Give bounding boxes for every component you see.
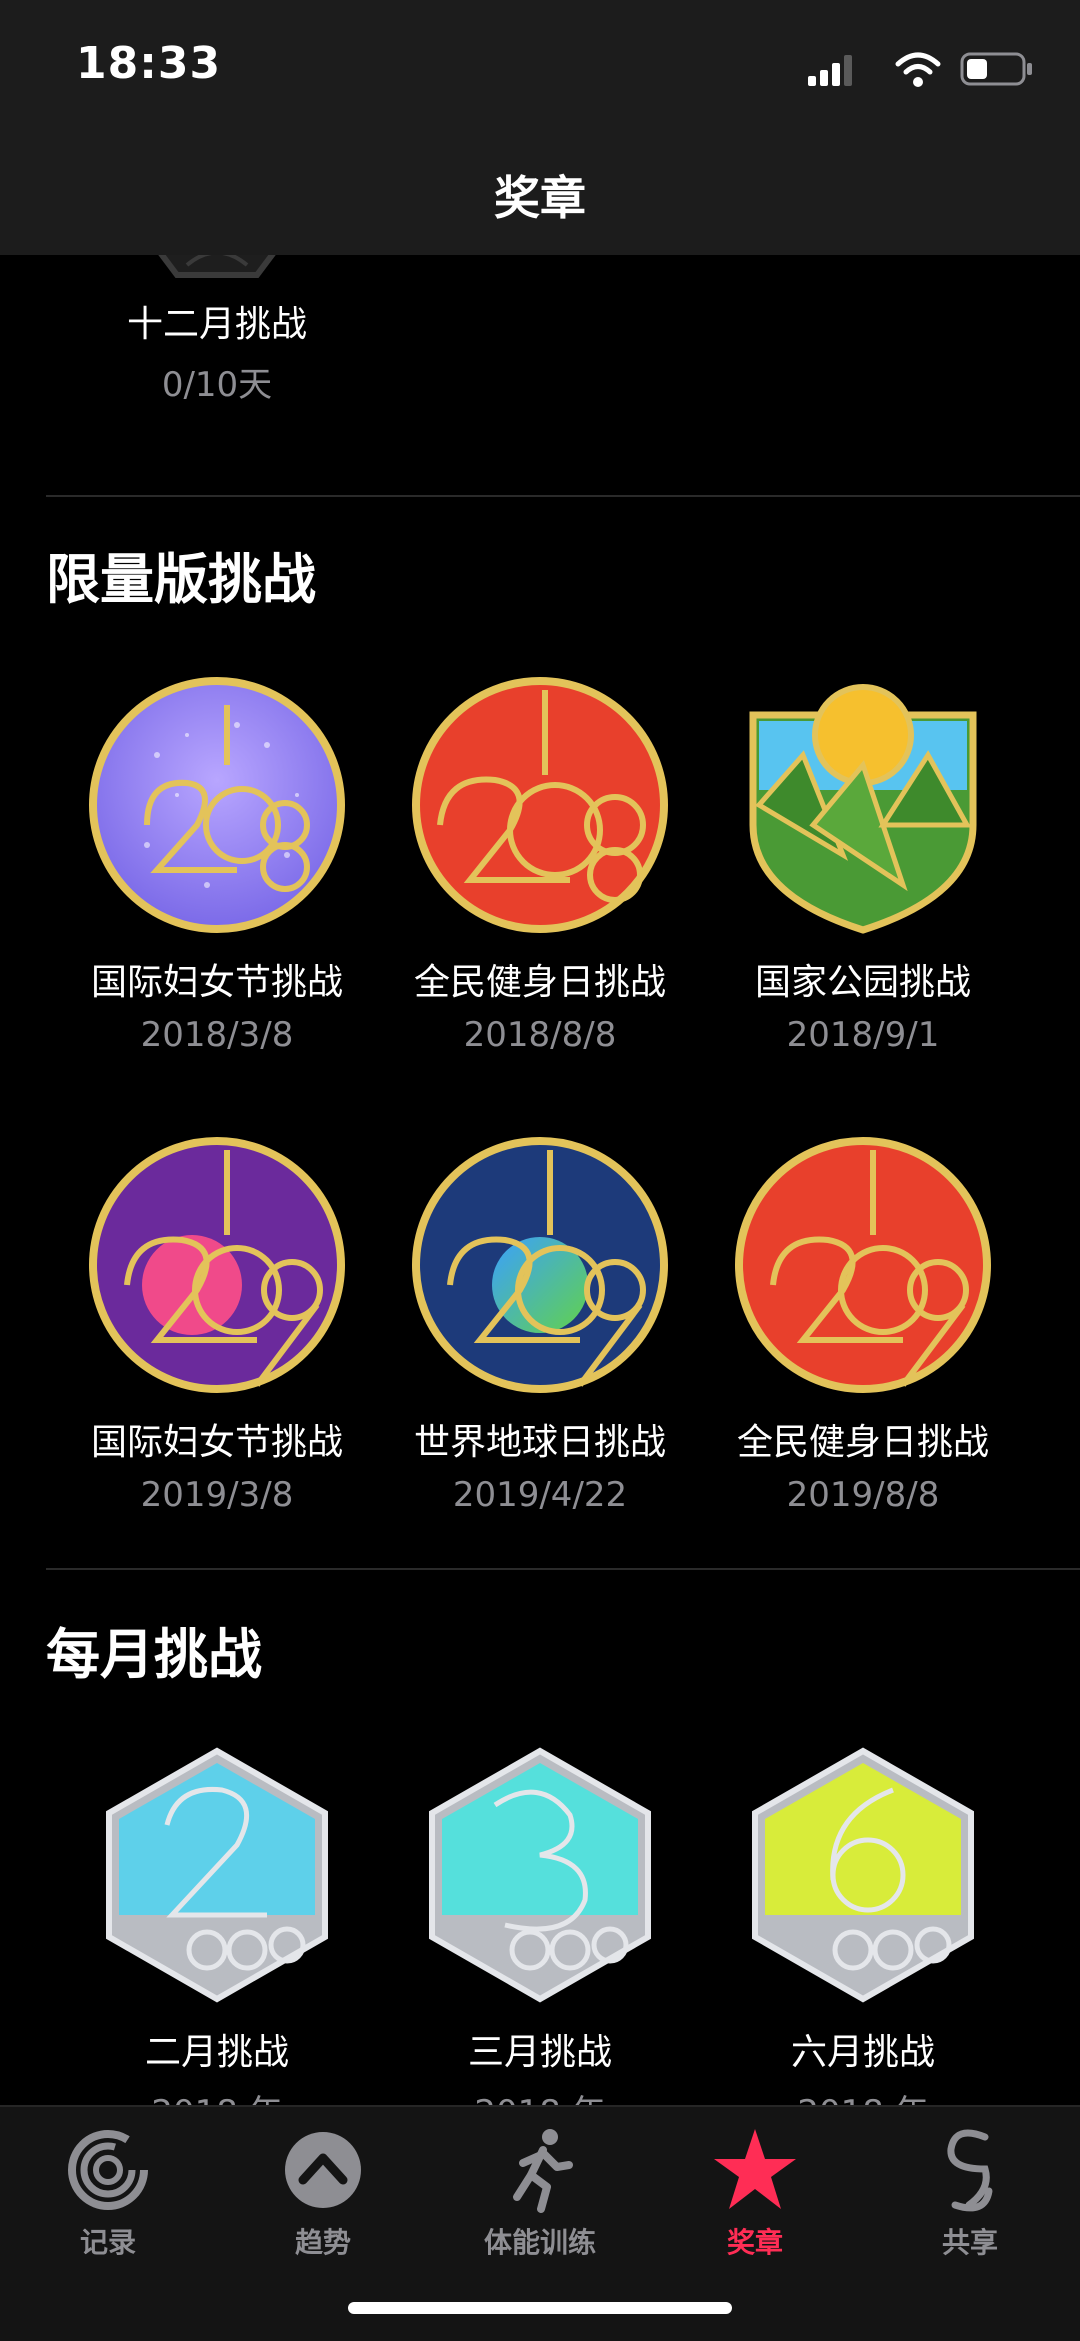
- challenge-year: 2018 年: [390, 2085, 690, 2105]
- monthly-medal-card[interactable]: 三月挑战 2018 年: [390, 1745, 690, 2105]
- challenge-date: 2018/9/1: [786, 1015, 940, 1055]
- wifi-icon: [895, 52, 941, 87]
- limited-medal-card[interactable]: 国际妇女节挑战 2018/3/8: [67, 675, 367, 1055]
- fitness-day-2019-medal-icon: [735, 1137, 991, 1393]
- tab-label: 趋势: [294, 2226, 351, 2259]
- december-challenge-card[interactable]: 十二月挑战 0/10天: [67, 255, 367, 406]
- womens-day-2019-medal-icon: [89, 1137, 345, 1393]
- limited-section-title: 限量版挑战: [46, 548, 316, 611]
- limited-medal-card[interactable]: 全民健身日挑战 2018/8/8: [390, 675, 690, 1055]
- awards-content[interactable]: 十二月挑战 0/10天 限量版挑战 国际妇女节挑战 2018/3/8 全民健身日…: [0, 255, 1080, 2105]
- womens-day-2018-medal-icon: [89, 677, 345, 933]
- challenge-date: 2019/8/8: [786, 1475, 940, 1515]
- december-challenge-medal-icon: [158, 255, 276, 278]
- fitness-day-2018-medal-icon: [412, 677, 668, 933]
- challenge-name: 世界地球日挑战: [413, 1422, 666, 1463]
- march-2018-medal-icon: [429, 1747, 651, 2003]
- cellular-signal-icon: [808, 55, 852, 86]
- tab-label: 奖章: [726, 2226, 783, 2259]
- limited-medal-card[interactable]: 国际妇女节挑战 2019/3/8: [67, 1135, 367, 1515]
- challenge-name: 二月挑战: [144, 2032, 289, 2073]
- section-divider: [46, 1568, 1080, 1570]
- challenge-name: 国家公园挑战: [754, 962, 971, 1003]
- challenge-date: 2019/3/8: [140, 1475, 294, 1515]
- challenge-name: 三月挑战: [467, 2032, 612, 2073]
- challenge-date: 2019/4/22: [452, 1475, 628, 1515]
- nav-bar: 奖章: [0, 130, 1080, 255]
- monthly-section-title: 每月挑战: [46, 1623, 262, 1686]
- tab-sharing[interactable]: 共享: [880, 2125, 1060, 2261]
- limited-medal-card[interactable]: 国家公园挑战 2018/9/1: [713, 675, 1013, 1055]
- june-2018-medal-icon: [752, 1747, 974, 2003]
- challenge-progress: 0/10天: [161, 365, 273, 405]
- challenge-date: 2018/8/8: [463, 1015, 617, 1055]
- tab-awards[interactable]: 奖章: [665, 2125, 845, 2261]
- tab-activity[interactable]: 记录: [18, 2125, 198, 2261]
- tab-label: 记录: [79, 2226, 136, 2259]
- challenge-name: 全民健身日挑战: [413, 962, 666, 1003]
- challenge-year: 2018 年: [713, 2085, 1013, 2105]
- trends-chevron-icon: [285, 2132, 361, 2208]
- challenge-year: 2018 年: [67, 2085, 367, 2105]
- tab-trends[interactable]: 趋势: [233, 2125, 413, 2261]
- earth-day-2019-medal-icon: [412, 1137, 668, 1393]
- home-indicator[interactable]: [348, 2302, 732, 2314]
- tab-workouts[interactable]: 体能训练: [450, 2125, 630, 2261]
- activity-rings-icon: [68, 2130, 148, 2210]
- challenge-name: 全民健身日挑战: [736, 1422, 989, 1463]
- status-icons: [808, 52, 1032, 87]
- monthly-medal-card[interactable]: 六月挑战 2018 年: [713, 1745, 1013, 2105]
- page-title: 奖章: [494, 171, 586, 225]
- tab-label: 共享: [941, 2226, 998, 2259]
- award-star-icon: [714, 2129, 796, 2209]
- battery-icon: [960, 52, 1032, 86]
- february-2018-medal-icon: [106, 1747, 328, 2003]
- sharing-icon: [947, 2129, 993, 2212]
- challenge-date: 2018/3/8: [140, 1015, 294, 1055]
- national-parks-2018-medal-icon: [749, 684, 977, 934]
- challenge-name: 国际妇女节挑战: [90, 1422, 343, 1463]
- limited-medal-card[interactable]: 全民健身日挑战 2019/8/8: [713, 1135, 1013, 1515]
- challenge-name: 国际妇女节挑战: [90, 962, 343, 1003]
- monthly-medal-card[interactable]: 二月挑战 2018 年: [67, 1745, 367, 2105]
- status-bar: 18:33: [0, 0, 1080, 130]
- challenge-name: 六月挑战: [790, 2032, 935, 2073]
- limited-medal-card[interactable]: 世界地球日挑战 2019/4/22: [390, 1135, 690, 1515]
- section-divider: [46, 495, 1080, 497]
- running-figure-icon: [513, 2129, 573, 2213]
- tab-label: 体能训练: [483, 2226, 596, 2259]
- challenge-name: 十二月挑战: [126, 304, 307, 345]
- status-time: 18:33: [76, 38, 222, 89]
